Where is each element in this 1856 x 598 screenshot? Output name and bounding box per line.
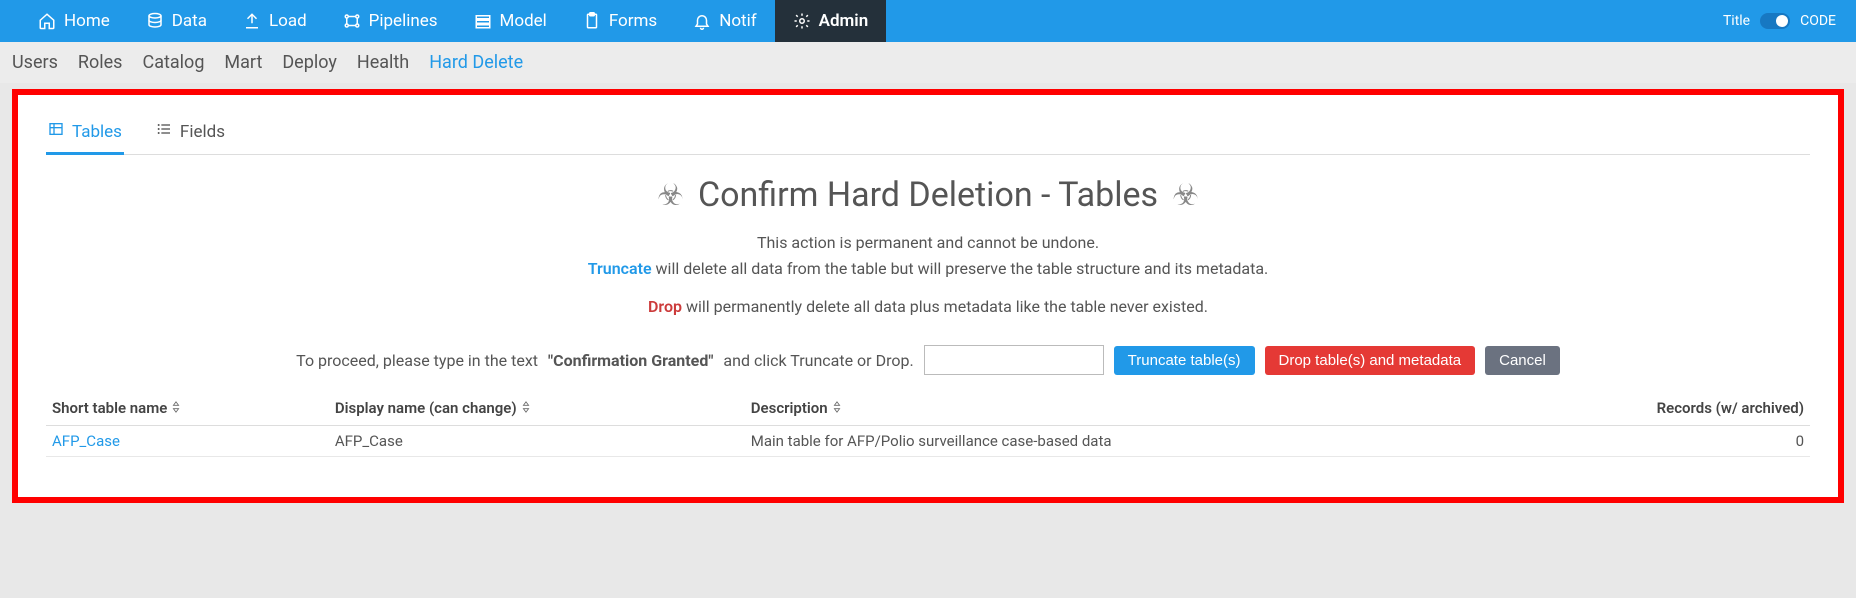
page-title-text: Confirm Hard Deletion - Tables <box>698 175 1158 215</box>
truncate-button[interactable]: Truncate table(s) <box>1114 346 1255 375</box>
confirm-row: To proceed, please type in the text "Con… <box>46 345 1810 375</box>
th-desc[interactable]: Description <box>745 391 1491 426</box>
nav-pipelines-label: Pipelines <box>369 11 438 31</box>
code-label: CODE <box>1800 13 1836 29</box>
top-nav: Home Data Load Pipelines Model Forms Not… <box>0 0 1856 42</box>
tab-fields[interactable]: Fields <box>154 113 227 155</box>
drop-rest: will permanently delete all data plus me… <box>682 297 1208 316</box>
confirm-input[interactable] <box>924 345 1104 375</box>
warn-permanent: This action is permanent and cannot be u… <box>46 231 1810 255</box>
page-title: ☣ Confirm Hard Deletion - Tables ☣ <box>46 175 1810 215</box>
subnav-users[interactable]: Users <box>12 52 58 73</box>
top-nav-left: Home Data Load Pipelines Model Forms Not… <box>20 0 886 42</box>
row-short-link[interactable]: AFP_Case <box>52 432 120 450</box>
row-records: 0 <box>1491 426 1810 457</box>
home-icon <box>38 12 56 30</box>
subnav-deploy[interactable]: Deploy <box>282 52 337 73</box>
row-desc: Main table for AFP/Polio surveillance ca… <box>745 426 1491 457</box>
nav-load-label: Load <box>269 11 307 31</box>
title-code-toggle[interactable] <box>1760 13 1790 29</box>
th-records[interactable]: Records (w/ archived) <box>1491 391 1810 426</box>
nav-home-label: Home <box>64 11 110 31</box>
nav-forms[interactable]: Forms <box>565 0 675 42</box>
clipboard-icon <box>583 12 601 30</box>
subnav-hard-delete[interactable]: Hard Delete <box>429 52 523 73</box>
nav-data-label: Data <box>172 11 207 31</box>
nav-admin-label: Admin <box>819 11 869 31</box>
nav-data[interactable]: Data <box>128 0 225 42</box>
nav-notif-label: Notif <box>719 11 756 31</box>
list-icon <box>156 121 172 142</box>
model-icon <box>474 12 492 30</box>
subnav-roles[interactable]: Roles <box>78 52 123 73</box>
subnav-mart[interactable]: Mart <box>224 52 262 73</box>
th-records-label: Records (w/ archived) <box>1657 399 1804 417</box>
title-label: Title <box>1723 13 1750 29</box>
confirm-suffix: and click Truncate or Drop. <box>723 351 913 370</box>
content-frame: Tables Fields ☣ Confirm Hard Deletion - … <box>12 89 1844 503</box>
nav-load[interactable]: Load <box>225 0 325 42</box>
th-display[interactable]: Display name (can change) <box>329 391 745 426</box>
nav-model[interactable]: Model <box>456 0 565 42</box>
tabs: Tables Fields <box>46 113 1810 155</box>
table-row: AFP_Case AFP_Case Main table for AFP/Pol… <box>46 426 1810 457</box>
nav-forms-label: Forms <box>609 11 657 31</box>
sort-icon <box>521 401 531 416</box>
subnav-health[interactable]: Health <box>357 52 409 73</box>
pipeline-icon <box>343 12 361 30</box>
tab-tables-label: Tables <box>72 122 122 142</box>
sort-icon <box>832 401 842 416</box>
drop-explain: Drop will permanently delete all data pl… <box>46 295 1810 319</box>
truncate-explain: Truncate will delete all data from the t… <box>46 257 1810 281</box>
delete-table: Short table name Display name (can chang… <box>46 391 1810 457</box>
th-short[interactable]: Short table name <box>46 391 329 426</box>
biohazard-icon: ☣ <box>1172 178 1199 213</box>
row-display: AFP_Case <box>329 426 745 457</box>
truncate-word: Truncate <box>588 259 652 278</box>
nav-pipelines[interactable]: Pipelines <box>325 0 456 42</box>
database-icon <box>146 12 164 30</box>
biohazard-icon: ☣ <box>657 178 684 213</box>
drop-word: Drop <box>648 297 682 316</box>
top-nav-right: Title CODE <box>1723 13 1836 29</box>
sort-icon <box>171 401 181 416</box>
th-short-label: Short table name <box>52 399 167 417</box>
tab-fields-label: Fields <box>180 122 225 142</box>
subnav-catalog[interactable]: Catalog <box>142 52 204 73</box>
nav-home[interactable]: Home <box>20 0 128 42</box>
upload-icon <box>243 12 261 30</box>
th-display-label: Display name (can change) <box>335 399 517 417</box>
truncate-rest: will delete all data from the table but … <box>652 259 1269 278</box>
confirm-bold: "Confirmation Granted" <box>548 351 713 370</box>
nav-model-label: Model <box>500 11 547 31</box>
bell-icon <box>693 12 711 30</box>
sub-nav: Users Roles Catalog Mart Deploy Health H… <box>0 42 1856 83</box>
confirm-prefix: To proceed, please type in the text <box>296 351 538 370</box>
cancel-button[interactable]: Cancel <box>1485 346 1560 375</box>
gear-icon <box>793 12 811 30</box>
tab-tables[interactable]: Tables <box>46 113 124 155</box>
nav-notif[interactable]: Notif <box>675 0 774 42</box>
table-icon <box>48 121 64 142</box>
nav-admin[interactable]: Admin <box>775 0 887 42</box>
drop-button[interactable]: Drop table(s) and metadata <box>1265 346 1476 375</box>
th-desc-label: Description <box>751 399 828 417</box>
